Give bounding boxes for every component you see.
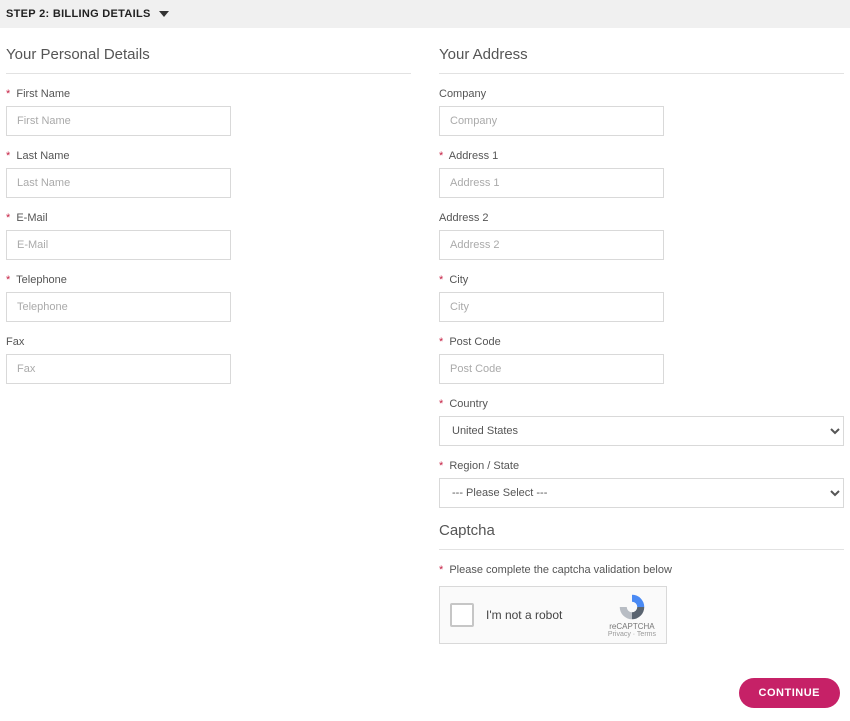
field-telephone: * Telephone (6, 274, 411, 322)
required-marker: * (6, 150, 10, 162)
first-name-input[interactable] (6, 106, 231, 136)
city-input[interactable] (439, 292, 664, 322)
required-marker: * (439, 398, 443, 410)
fax-input[interactable] (6, 354, 231, 384)
recaptcha-icon (618, 593, 646, 621)
email-input[interactable] (6, 230, 231, 260)
label-postcode: * Post Code (439, 336, 844, 348)
field-postcode: * Post Code (439, 336, 844, 384)
field-company: Company (439, 88, 844, 136)
label-country: * Country (439, 398, 844, 410)
field-city: * City (439, 274, 844, 322)
required-marker: * (439, 150, 443, 162)
continue-button[interactable]: CONTINUE (739, 678, 840, 708)
section-title-personal: Your Personal Details (6, 46, 411, 74)
field-fax: Fax (6, 336, 411, 384)
region-select[interactable]: --- Please Select --- (439, 478, 844, 508)
label-company: Company (439, 88, 844, 100)
label-last-name: * Last Name (6, 150, 411, 162)
postcode-input[interactable] (439, 354, 664, 384)
label-captcha: * Please complete the captcha validation… (439, 564, 844, 576)
field-captcha: * Please complete the captcha validation… (439, 564, 844, 644)
label-city: * City (439, 274, 844, 286)
telephone-input[interactable] (6, 292, 231, 322)
address1-input[interactable] (439, 168, 664, 198)
section-title-captcha: Captcha (439, 522, 844, 550)
label-fax: Fax (6, 336, 411, 348)
field-last-name: * Last Name (6, 150, 411, 198)
caret-down-icon (159, 11, 169, 17)
label-address1: * Address 1 (439, 150, 844, 162)
field-first-name: * First Name (6, 88, 411, 136)
step-title: STEP 2: BILLING DETAILS (6, 8, 151, 20)
required-marker: * (6, 274, 10, 286)
field-region: * Region / State --- Please Select --- (439, 460, 844, 508)
country-select[interactable]: United States (439, 416, 844, 446)
field-email: * E-Mail (6, 212, 411, 260)
field-address2: Address 2 (439, 212, 844, 260)
required-marker: * (439, 274, 443, 286)
company-input[interactable] (439, 106, 664, 136)
recaptcha-text: I'm not a robot (486, 608, 562, 622)
label-region: * Region / State (439, 460, 844, 472)
step-header[interactable]: STEP 2: BILLING DETAILS (0, 0, 850, 28)
personal-details-column: Your Personal Details * First Name * Las… (6, 46, 411, 658)
label-email: * E-Mail (6, 212, 411, 224)
field-address1: * Address 1 (439, 150, 844, 198)
section-title-address: Your Address (439, 46, 844, 74)
recaptcha-checkbox[interactable] (450, 603, 474, 627)
required-marker: * (439, 564, 443, 576)
address-column: Your Address Company * Address 1 Address… (439, 46, 844, 658)
required-marker: * (6, 88, 10, 100)
recaptcha-widget: I'm not a robot reCAPTCHA Privacy · Term… (439, 586, 667, 644)
address2-input[interactable] (439, 230, 664, 260)
recaptcha-logo: reCAPTCHA Privacy · Terms (608, 593, 656, 638)
required-marker: * (439, 460, 443, 472)
field-country: * Country United States (439, 398, 844, 446)
label-address2: Address 2 (439, 212, 844, 224)
required-marker: * (439, 336, 443, 348)
last-name-input[interactable] (6, 168, 231, 198)
label-telephone: * Telephone (6, 274, 411, 286)
required-marker: * (6, 212, 10, 224)
label-first-name: * First Name (6, 88, 411, 100)
footer: CONTINUE (0, 668, 850, 720)
